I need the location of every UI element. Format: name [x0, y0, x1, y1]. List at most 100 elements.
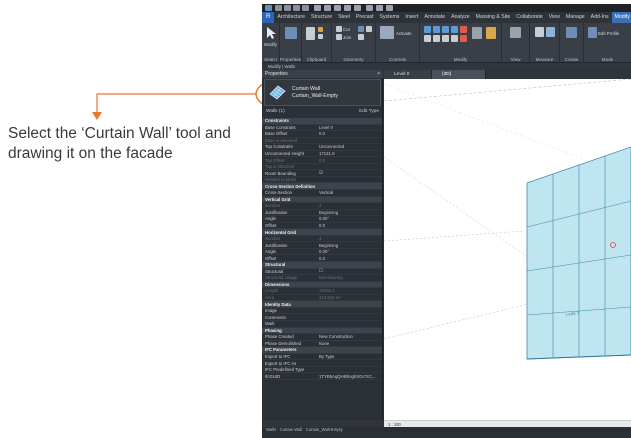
align-icon[interactable]: [424, 26, 431, 33]
open-icon[interactable]: [275, 5, 282, 11]
join-icon[interactable]: [336, 34, 342, 40]
property-value[interactable]: 0.00°: [319, 249, 382, 254]
paint-icon[interactable]: [358, 34, 364, 40]
cut-icon[interactable]: [318, 27, 323, 32]
print-icon[interactable]: [314, 5, 321, 11]
property-value[interactable]: 0.00°: [319, 216, 382, 221]
hide-in-view-icon[interactable]: [510, 27, 521, 38]
tab-3d-view[interactable]: {3D}: [432, 70, 486, 79]
join-button[interactable]: Join: [343, 35, 351, 40]
ribbon-group-select: Modify Select: [262, 23, 280, 63]
tab-architecture[interactable]: Architecture: [274, 12, 308, 23]
redo-icon[interactable]: [302, 5, 309, 11]
property-value[interactable]: By Type: [319, 354, 382, 359]
thin-lines-icon[interactable]: [366, 5, 373, 11]
3d-view-icon[interactable]: [344, 5, 351, 11]
property-value[interactable]: ☑: [319, 170, 382, 176]
tab-insert[interactable]: Insert: [402, 12, 421, 23]
copy-icon[interactable]: [318, 34, 323, 39]
property-value: 4: [319, 203, 322, 209]
close-hidden-icon[interactable]: [376, 5, 383, 11]
tab-modify-walls[interactable]: Modify | Walls: [611, 12, 631, 23]
ribbon-group-create: Create: [560, 23, 584, 63]
trim-icon[interactable]: [451, 35, 458, 42]
array-icon[interactable]: [486, 27, 496, 39]
property-row[interactable]: IfcGUID 1TYB5AqQHBhnghSOcTcC...: [262, 373, 382, 380]
paste-icon[interactable]: [306, 27, 315, 40]
property-value: Non-bearing: [319, 275, 343, 281]
type-selector[interactable]: Curtain Wall Curtain_Wall-Empty: [264, 79, 381, 106]
activate-button[interactable]: Activate: [396, 31, 412, 36]
cursor-arrow-icon[interactable]: [266, 27, 276, 40]
curtain-wall-element[interactable]: [526, 146, 631, 360]
model-view[interactable]: TYPE 1: [384, 79, 631, 427]
move-icon[interactable]: [424, 35, 431, 42]
tab-steel[interactable]: Steel: [335, 12, 353, 23]
property-label: Phase Created: [265, 334, 294, 340]
property-value[interactable]: 0.0: [319, 131, 382, 136]
property-value[interactable]: None: [319, 341, 382, 346]
ribbon-group-label: Controls: [388, 57, 407, 62]
tab-collaborate[interactable]: Collaborate: [513, 12, 546, 23]
save-icon[interactable]: [284, 5, 291, 11]
measure-tool-icon[interactable]: [535, 27, 544, 37]
text-icon[interactable]: [334, 5, 341, 11]
undo-icon[interactable]: [293, 5, 300, 11]
create-group-icon[interactable]: [566, 27, 577, 38]
activate-controls-icon[interactable]: [380, 26, 394, 39]
tab-annotate[interactable]: Annotate: [421, 12, 448, 23]
property-value[interactable]: Beginning: [319, 243, 382, 248]
close-icon[interactable]: ×: [377, 70, 380, 78]
delete-icon[interactable]: [460, 35, 467, 42]
property-value[interactable]: Vertical: [319, 190, 382, 195]
edit-profile-icon[interactable]: [588, 27, 597, 38]
property-value[interactable]: 1TYB5AqQHBhnghSOcTcC...: [319, 374, 382, 379]
tab-systems[interactable]: Systems: [377, 12, 403, 23]
mirror-axis-icon[interactable]: [442, 26, 449, 33]
property-value[interactable]: Unconnected: [319, 144, 382, 149]
property-value[interactable]: 17121.9: [319, 151, 382, 156]
property-label: Comments: [265, 314, 286, 320]
property-value[interactable]: 0.0: [319, 223, 382, 228]
cut-button[interactable]: Cut: [343, 27, 350, 32]
ribbon-group-geometry: Cut Join Geometry: [332, 23, 376, 63]
wall-joins-icon[interactable]: [358, 26, 364, 32]
notch-icon[interactable]: [336, 26, 342, 32]
rotate-icon[interactable]: [442, 35, 449, 42]
section-icon[interactable]: [354, 5, 361, 11]
ribbon-group-label: View: [510, 57, 521, 62]
property-label: Angle: [265, 249, 276, 255]
measure-icon[interactable]: [324, 5, 331, 11]
tab-level-0[interactable]: Level 0: [384, 70, 432, 79]
tab-analyze[interactable]: Analyze: [448, 12, 472, 23]
property-value[interactable]: ☐: [319, 268, 382, 274]
tab-structure[interactable]: Structure: [308, 12, 335, 23]
ribbon-group-controls: Activate Controls: [376, 23, 420, 63]
ribbon-group-measure: Measure: [530, 23, 560, 63]
mirror-draw-icon[interactable]: [451, 26, 458, 33]
drawing-canvas[interactable]: TYPE 1: [384, 79, 631, 427]
tab-manage[interactable]: Manage: [563, 12, 588, 23]
file-menu[interactable]: R: [262, 12, 275, 23]
offset-icon[interactable]: [433, 26, 440, 33]
edit-type-button[interactable]: Edit Type: [359, 108, 379, 116]
copy-element-icon[interactable]: [433, 35, 440, 42]
property-value[interactable]: New Construction: [319, 334, 382, 339]
property-value[interactable]: Beginning: [319, 210, 382, 215]
revit-logo-icon[interactable]: [265, 5, 272, 11]
dimension-icon[interactable]: [546, 27, 555, 37]
tab-view[interactable]: View: [546, 12, 563, 23]
split-face-icon[interactable]: [366, 26, 372, 32]
edit-profile-button[interactable]: Edit Profile: [598, 31, 619, 36]
properties-icon[interactable]: [285, 27, 297, 39]
modify-button[interactable]: Modify: [264, 42, 277, 47]
tab-add-ins[interactable]: Add-Ins: [588, 12, 612, 23]
property-value[interactable]: Level 0: [319, 125, 382, 130]
pin-icon[interactable]: [472, 27, 482, 39]
tab-precast[interactable]: Precast: [353, 12, 377, 23]
tab-massing-site[interactable]: Massing & Site: [473, 12, 514, 23]
switch-windows-icon[interactable]: [386, 5, 393, 11]
instance-filter-dropdown[interactable]: Walls (1): [266, 108, 285, 116]
split-icon[interactable]: [460, 26, 467, 33]
property-value[interactable]: 0.0: [319, 256, 382, 261]
